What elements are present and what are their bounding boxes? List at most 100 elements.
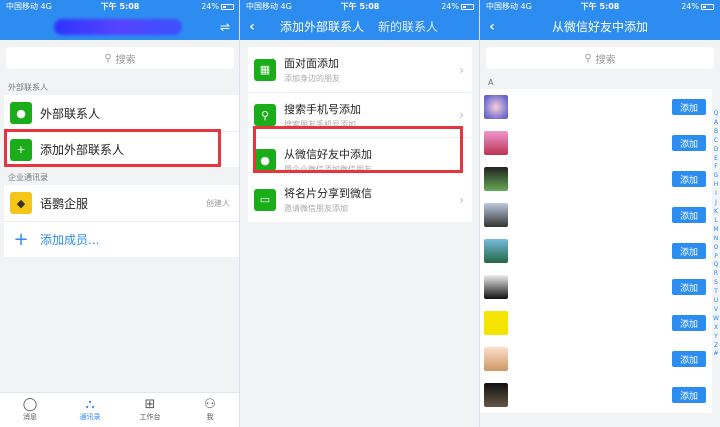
message-icon: ◯	[22, 397, 38, 412]
back-icon[interactable]: ‹	[240, 19, 264, 35]
battery-icon	[461, 3, 474, 10]
time-label: 下午 5:08	[100, 2, 140, 11]
add-button[interactable]: 添加	[672, 279, 706, 295]
chevron-right-icon: ›	[459, 192, 464, 207]
letter-header: A	[488, 78, 494, 87]
index-letter[interactable]: I	[712, 190, 720, 199]
search-icon: ⚲	[254, 104, 276, 126]
add-button[interactable]: 添加	[672, 171, 706, 187]
search-input[interactable]: ⚲ 搜索	[6, 47, 234, 69]
back-icon[interactable]: ‹	[480, 19, 504, 35]
add-button[interactable]: 添加	[672, 351, 706, 367]
index-letter[interactable]: K	[712, 208, 720, 217]
company-logo-icon: ◆	[10, 192, 32, 214]
friend-row: 添加	[480, 341, 712, 377]
index-letter[interactable]: Z	[712, 342, 720, 351]
index-letter[interactable]: N	[712, 235, 720, 244]
avatar	[484, 95, 508, 119]
avatar	[484, 347, 508, 371]
index-letter[interactable]: V	[712, 306, 720, 315]
index-letter[interactable]: G	[712, 172, 720, 181]
battery-icon	[221, 3, 234, 10]
index-letter[interactable]: R	[712, 270, 720, 279]
add-button[interactable]: 添加	[672, 387, 706, 403]
row-add-member[interactable]: + 添加成员...	[4, 221, 239, 257]
option-subtitle: 邀请微信朋友添加	[284, 204, 348, 213]
blurred-title	[0, 18, 210, 35]
tab-new-contacts[interactable]: 新的联系人	[378, 18, 438, 35]
panel-wechat-friends: 中国移动 4G 下午 5:08 24% ‹ 从微信好友中添加 ⚲ 搜索 A 添加…	[480, 0, 720, 427]
time-label: 下午 5:08	[340, 2, 380, 11]
index-letter[interactable]: Y	[712, 333, 720, 342]
avatar	[484, 167, 508, 191]
index-letter[interactable]: D	[712, 146, 720, 155]
bottom-tab-bar: ◯ 消息 ⛬ 通讯录 ⊞ 工作台 ⚇ 我	[0, 392, 239, 427]
panel-contacts: 中国移动 4G 下午 5:08 24% ⇌ ⚲ 搜索 外部联系人 ● 外部联系人…	[0, 0, 240, 427]
carrier-label: 中国移动 4G	[6, 2, 52, 11]
friend-row: 添加	[480, 125, 712, 161]
index-letter[interactable]: O	[712, 244, 720, 253]
index-letter[interactable]: U	[712, 297, 720, 306]
carrier-label: 中国移动 4G	[246, 2, 292, 11]
add-button[interactable]: 添加	[672, 135, 706, 151]
tab-contacts[interactable]: ⛬ 通讯录	[60, 393, 120, 427]
row-company[interactable]: ◆ 语鹦企服 创建人	[4, 185, 239, 221]
friend-row: 添加	[480, 305, 712, 341]
index-letter[interactable]: A	[712, 119, 720, 128]
index-letter[interactable]: Q	[712, 261, 720, 270]
option-share-card[interactable]: ▭ 将名片分享到微信 邀请微信朋友添加 ›	[248, 177, 472, 222]
index-letter[interactable]: M	[712, 226, 720, 235]
section-external: 外部联系人	[8, 83, 48, 92]
option-title: 将名片分享到微信	[284, 187, 372, 200]
index-letter[interactable]: S	[712, 279, 720, 288]
add-button[interactable]: 添加	[672, 315, 706, 331]
tab-messages[interactable]: ◯ 消息	[0, 393, 60, 427]
section-enterprise: 企业通讯录	[8, 173, 48, 182]
search-icon: ⚲	[104, 52, 112, 64]
index-letter[interactable]: T	[712, 288, 720, 297]
header-bar: 中国移动 4G 下午 5:08 24% ‹ 从微信好友中添加	[480, 0, 720, 40]
add-button[interactable]: 添加	[672, 99, 706, 115]
workbench-icon: ⊞	[144, 397, 156, 412]
friend-row: 添加	[480, 377, 712, 413]
plus-icon: +	[10, 228, 32, 251]
option-face-to-face[interactable]: ▦ 面对面添加 添加身边的朋友 ›	[248, 47, 472, 92]
highlight-box	[4, 129, 221, 167]
nav-bar: ‹ 添加外部联系人 新的联系人	[240, 13, 479, 40]
avatar	[484, 239, 508, 263]
chevron-right-icon: ›	[459, 108, 464, 122]
search-input[interactable]: ⚲ 搜索	[486, 47, 714, 69]
index-letter[interactable]: Q	[712, 110, 720, 119]
index-letter[interactable]: C	[712, 137, 720, 146]
status-bar: 中国移动 4G 下午 5:08 24%	[0, 0, 239, 13]
avatar	[484, 275, 508, 299]
add-button[interactable]: 添加	[672, 243, 706, 259]
friend-row: 添加	[480, 161, 712, 197]
option-title: 搜索手机号添加	[284, 102, 361, 116]
index-letter[interactable]: B	[712, 128, 720, 137]
avatar	[484, 383, 508, 407]
creator-tag: 创建人	[206, 198, 230, 208]
qr-icon: ▦	[254, 58, 276, 81]
header-bar: 中国移动 4G 下午 5:08 24% ‹ 添加外部联系人 新的联系人	[240, 0, 479, 40]
tab-me[interactable]: ⚇ 我	[180, 393, 239, 427]
index-letter[interactable]: E	[712, 155, 720, 164]
index-letter[interactable]: H	[712, 181, 720, 190]
index-letter[interactable]: J	[712, 199, 720, 208]
tab-add-external[interactable]: 添加外部联系人	[280, 18, 364, 35]
index-letter[interactable]: X	[712, 324, 720, 333]
index-letter[interactable]: F	[712, 163, 720, 172]
alphabet-index[interactable]: Q A B C D E F G H I J K L M N O P Q R S …	[712, 110, 720, 359]
tab-workbench[interactable]: ⊞ 工作台	[120, 393, 180, 427]
index-letter[interactable]: #	[712, 350, 720, 359]
option-title: 面对面添加	[284, 57, 339, 70]
friend-row: 添加	[480, 197, 712, 233]
status-bar: 中国移动 4G 下午 5:08 24%	[240, 0, 479, 13]
index-letter[interactable]: P	[712, 253, 720, 262]
settings-icon[interactable]: ⇌	[210, 20, 239, 34]
index-letter[interactable]: W	[712, 315, 720, 324]
index-letter[interactable]: L	[712, 217, 720, 226]
row-external-contacts[interactable]: ● 外部联系人	[4, 95, 239, 131]
add-button[interactable]: 添加	[672, 207, 706, 223]
avatar	[484, 203, 508, 227]
